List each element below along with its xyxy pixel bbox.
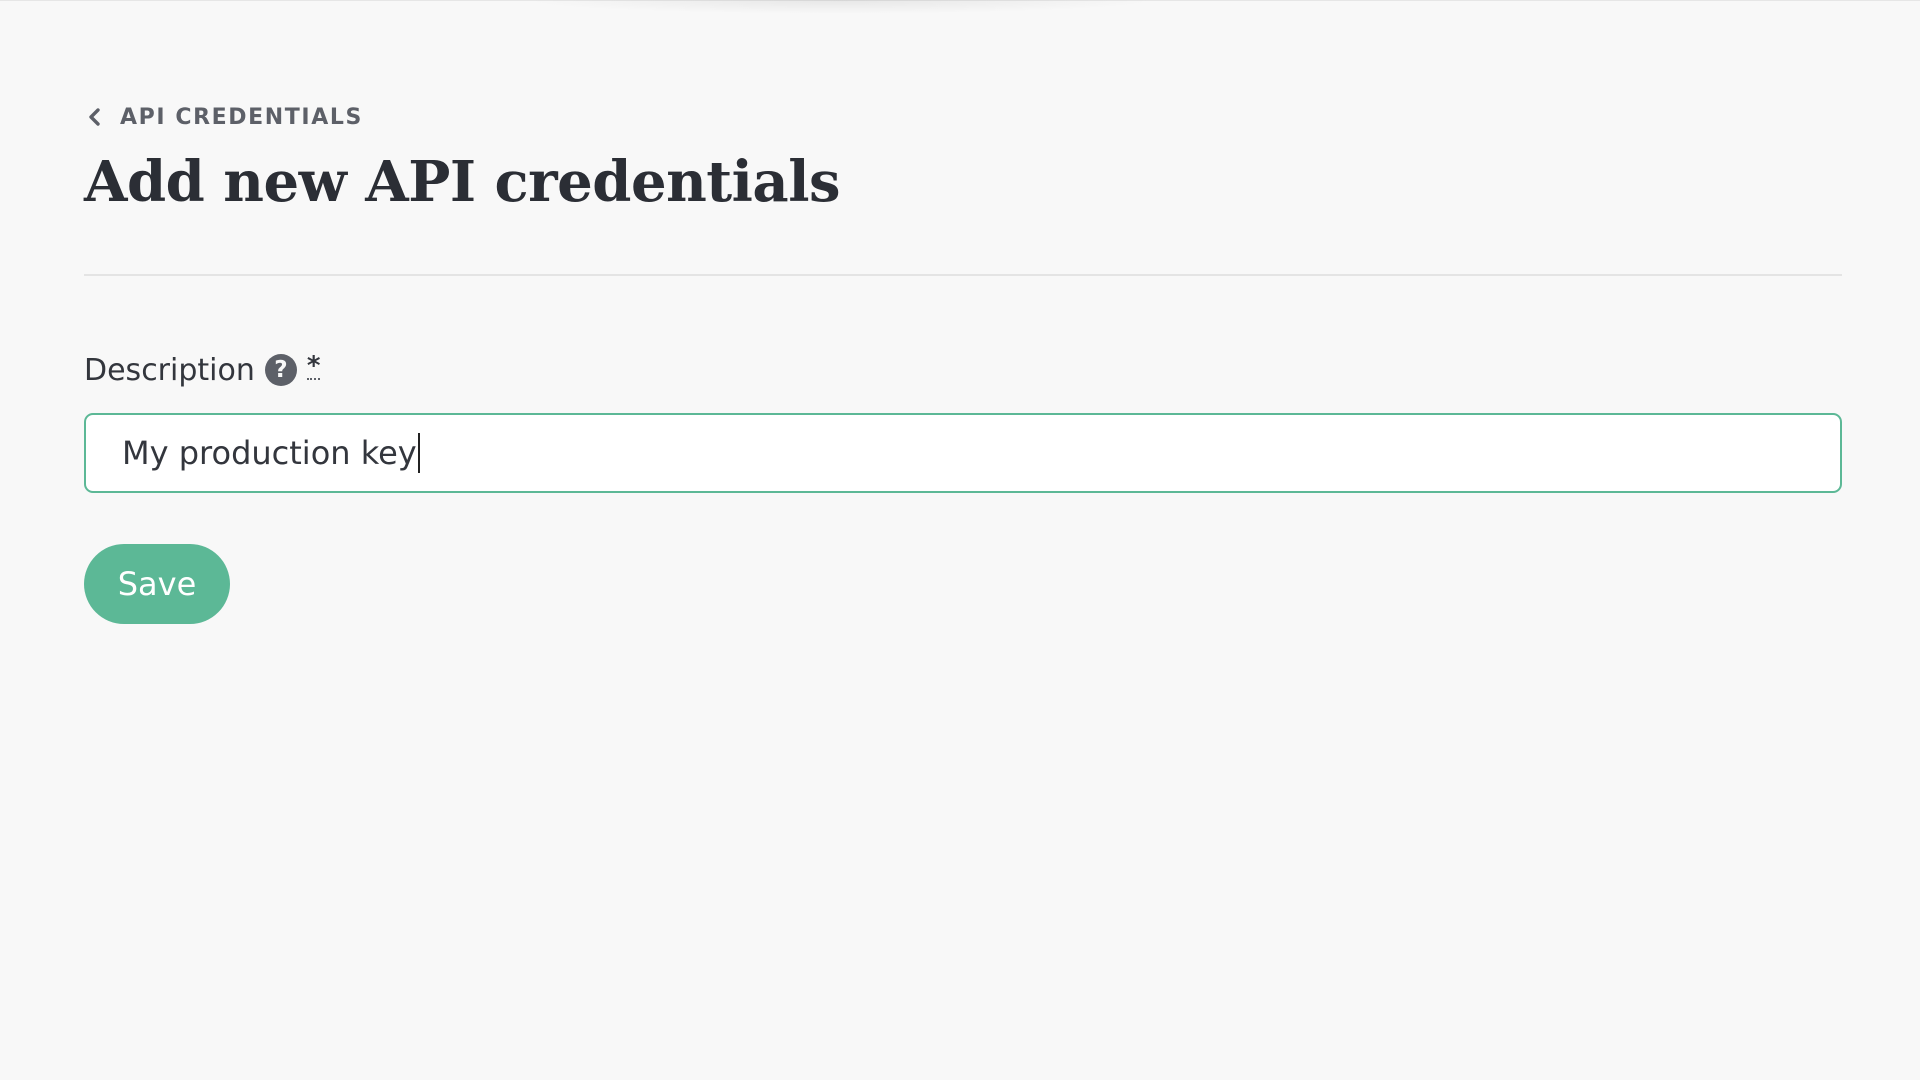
breadcrumb-back-link[interactable]: API CREDENTIALS bbox=[84, 101, 363, 133]
description-label: Description bbox=[84, 352, 255, 388]
text-caret bbox=[417, 433, 420, 473]
required-asterisk: * bbox=[306, 351, 321, 381]
breadcrumb-label: API CREDENTIALS bbox=[120, 104, 363, 130]
header-divider bbox=[84, 274, 1842, 276]
description-input-value[interactable]: My production key bbox=[122, 434, 417, 472]
question-circle-icon[interactable]: ? bbox=[264, 354, 297, 386]
description-label-row: Description ? * bbox=[84, 350, 321, 390]
chevron-left-icon bbox=[84, 106, 106, 128]
description-input[interactable]: My production key bbox=[84, 413, 1842, 493]
top-shadow bbox=[520, 0, 1160, 14]
page-title: Add new API credentials bbox=[84, 149, 841, 215]
save-button[interactable]: Save bbox=[84, 544, 230, 624]
